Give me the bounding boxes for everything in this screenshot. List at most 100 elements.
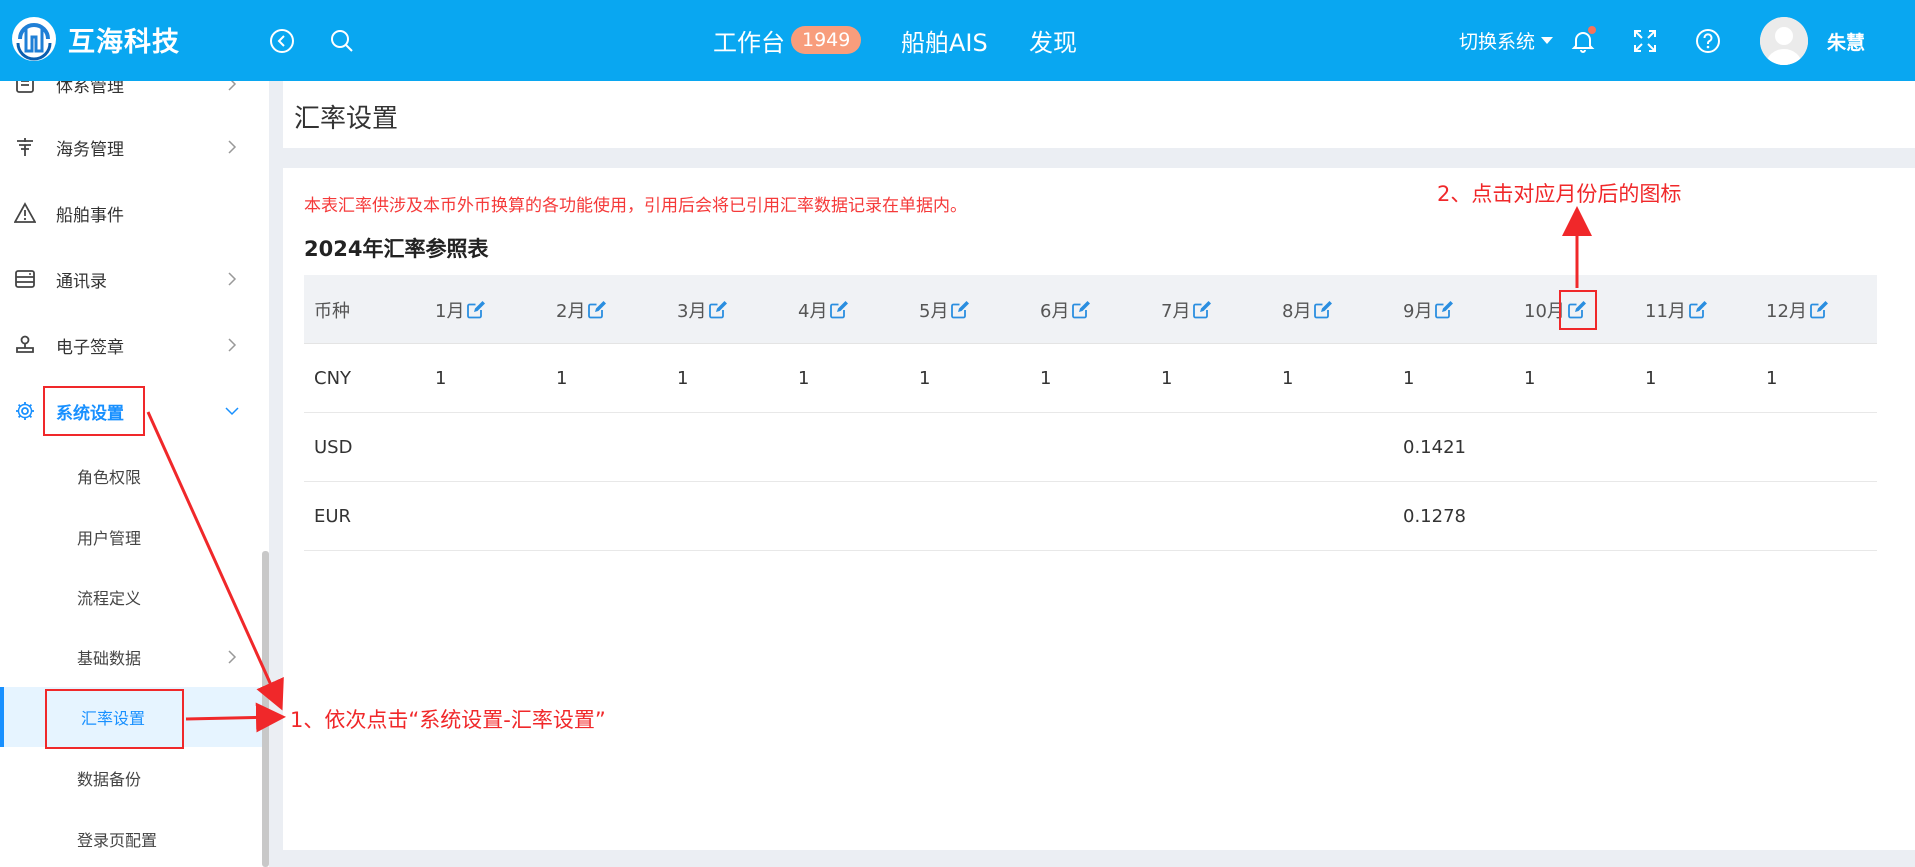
sidebar-subitem-label: 流程定义 xyxy=(77,589,142,608)
header-cell-month-12: 12月 xyxy=(1766,275,1829,344)
edit-icon[interactable] xyxy=(1313,300,1333,320)
edit-icon[interactable] xyxy=(1192,300,1212,320)
header-cell-month-4: 4月 xyxy=(798,275,849,344)
table-row: EUR 0.1278 xyxy=(304,482,1877,551)
nav-discover[interactable]: 发现 xyxy=(1029,20,1077,60)
table-row: USD 0.1421 xyxy=(304,413,1877,482)
help-icon xyxy=(1696,29,1720,53)
edit-icon[interactable] xyxy=(466,300,486,320)
header-cell-month-6: 6月 xyxy=(1040,275,1091,344)
page-title: 汇率设置 xyxy=(294,104,399,134)
user-name: 朱慧 xyxy=(1827,32,1866,54)
search-button[interactable] xyxy=(325,24,359,58)
sidebar-scrollbar-thumb[interactable] xyxy=(262,551,269,867)
switch-system-dropdown[interactable]: 切换系统 xyxy=(1459,27,1554,54)
workbench-count-badge: 1949 xyxy=(791,26,862,54)
annotation-step-1: 1、依次点击“系统设置-汇率设置” xyxy=(290,708,606,732)
chevron-down-icon xyxy=(224,403,240,419)
table-cell: 1 xyxy=(677,368,689,389)
table-cell: 1 xyxy=(1766,368,1778,389)
header-cell-currency: 币种 xyxy=(314,275,350,344)
sidebar-item-system-management[interactable]: 体系管理 xyxy=(0,81,262,109)
caret-down-icon xyxy=(1541,37,1554,44)
sidebar-subitem-basic-data[interactable]: 基础数据 xyxy=(0,632,262,682)
nav-ship-ais-label: 船舶AIS xyxy=(901,28,988,57)
table-cell: 1 xyxy=(1282,368,1294,389)
header-cell-label: 4月 xyxy=(798,300,828,322)
header-cell-month-1: 1月 xyxy=(435,275,486,344)
table-cell: 1 xyxy=(1403,368,1415,389)
edit-icon[interactable] xyxy=(950,300,970,320)
logo[interactable]: 互海科技 xyxy=(12,17,180,61)
help-button[interactable] xyxy=(1691,24,1725,58)
logo-text: 互海科技 xyxy=(68,26,180,58)
header-cell-month-7: 7月 xyxy=(1161,275,1212,344)
header-cell-label: 12月 xyxy=(1766,300,1807,322)
header-cell-month-11: 11月 xyxy=(1645,275,1708,344)
chevron-right-icon xyxy=(224,139,240,155)
sidebar-subitem-login-page-config[interactable]: 登录页配置 xyxy=(0,814,262,864)
edit-icon[interactable] xyxy=(1688,300,1708,320)
chevron-right-icon xyxy=(224,649,240,665)
sidebar-item-label: 海务管理 xyxy=(56,139,124,160)
annotation-box-system-settings xyxy=(43,386,145,436)
header-cell-month-5: 5月 xyxy=(919,275,970,344)
header-cell-label: 11月 xyxy=(1645,300,1686,322)
annotation-box-edit-icon xyxy=(1559,290,1597,330)
edit-icon[interactable] xyxy=(1809,300,1829,320)
table-row: CNY 1 1 1 1 1 1 1 1 1 1 1 1 xyxy=(304,344,1877,413)
sidebar-item-e-signature[interactable]: 电子签章 xyxy=(0,320,262,370)
sidebar-item-label: 通讯录 xyxy=(56,271,107,292)
page-title-bar: 汇率设置 xyxy=(283,81,1915,148)
table-cell: 0.1278 xyxy=(1403,506,1466,527)
table-header-row: 币种 1月 2月 3月 4月 5月 6月 7月 8月 9月 10月 11月 12… xyxy=(304,275,1877,344)
chevron-right-icon xyxy=(224,81,240,92)
notification-button[interactable] xyxy=(1566,24,1600,58)
back-button[interactable] xyxy=(265,24,299,58)
table-cell: 1 xyxy=(798,368,810,389)
header-cell-label: 3月 xyxy=(677,300,707,322)
table-cell: 1 xyxy=(435,368,447,389)
sidebar-subitem-role-permissions[interactable]: 角色权限 xyxy=(0,451,262,501)
edit-icon[interactable] xyxy=(1434,300,1454,320)
warning-icon xyxy=(12,200,38,226)
logo-mark-icon xyxy=(12,17,56,61)
sidebar-item-marine-affairs[interactable]: 海务管理 xyxy=(0,122,262,172)
annotation-box-exchange-rate xyxy=(45,689,184,749)
table-cell: 1 xyxy=(1645,368,1657,389)
sidebar-subitem-process-definition[interactable]: 流程定义 xyxy=(0,572,262,622)
edit-icon[interactable] xyxy=(1071,300,1091,320)
table-cell: 0.1421 xyxy=(1403,437,1466,458)
stamp-icon xyxy=(12,332,38,358)
sidebar-item-label: 电子签章 xyxy=(56,337,124,358)
edit-icon[interactable] xyxy=(708,300,728,320)
user-avatar-icon xyxy=(1760,17,1808,65)
sidebar-subitem-data-backup[interactable]: 数据备份 xyxy=(0,753,262,803)
table-cell: CNY xyxy=(314,368,352,389)
nav-ship-ais[interactable]: 船舶AIS xyxy=(901,20,988,60)
header-cell-label: 5月 xyxy=(919,300,949,322)
sidebar-subitem-user-management[interactable]: 用户管理 xyxy=(0,512,262,562)
table-cell: EUR xyxy=(314,506,352,527)
back-arrow-icon xyxy=(270,29,294,53)
header-cell-month-8: 8月 xyxy=(1282,275,1333,344)
sidebar-item-ship-events[interactable]: 船舶事件 xyxy=(0,188,262,238)
edit-icon[interactable] xyxy=(587,300,607,320)
avatar[interactable] xyxy=(1760,17,1808,65)
switch-system-label: 切换系统 xyxy=(1459,31,1536,53)
header-cell-label: 币种 xyxy=(314,300,350,322)
fullscreen-button[interactable] xyxy=(1628,24,1662,58)
top-header: 互海科技 工作台 1949 船舶AIS 发现 切换系统 朱慧 xyxy=(0,0,1915,81)
nav-workbench[interactable]: 工作台 1949 xyxy=(713,20,862,60)
header-cell-label: 7月 xyxy=(1161,300,1191,322)
sidebar-item-contacts[interactable]: 通讯录 xyxy=(0,254,262,304)
table-cell: 1 xyxy=(1040,368,1052,389)
edit-icon[interactable] xyxy=(829,300,849,320)
table-cell: 1 xyxy=(1524,368,1536,389)
annotation-step-2: 2、点击对应月份后的图标 xyxy=(1437,182,1682,206)
anchor-icon xyxy=(12,134,38,160)
table-cell: USD xyxy=(314,437,353,458)
nav-discover-label: 发现 xyxy=(1029,28,1077,57)
sidebar-item-label: 船舶事件 xyxy=(56,205,124,226)
address-book-icon xyxy=(12,266,38,292)
